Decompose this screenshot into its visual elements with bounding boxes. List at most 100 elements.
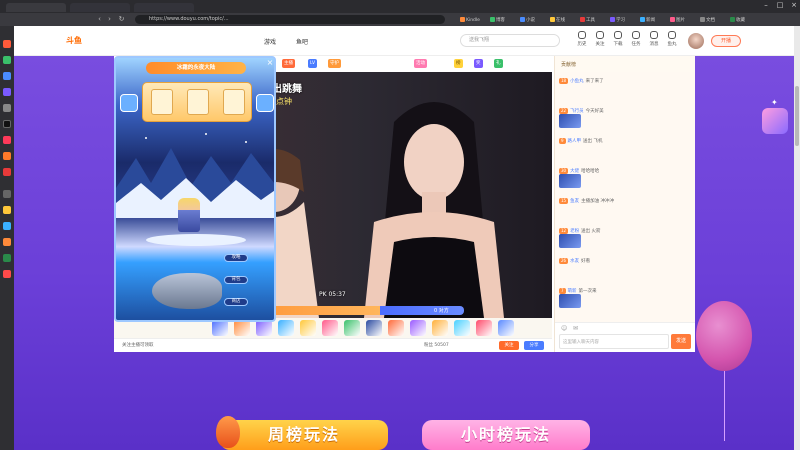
bookmark-item[interactable]: 小说 [520, 17, 535, 23]
gift-item[interactable] [498, 320, 514, 336]
close-window-icon[interactable]: × [788, 0, 800, 11]
bookmark-icon [670, 17, 675, 22]
site-logo[interactable]: 斗鱼 [66, 35, 82, 46]
gift-item[interactable] [388, 320, 404, 336]
app-icon[interactable] [3, 206, 11, 214]
app-icon[interactable] [3, 238, 11, 246]
emoji-icon[interactable]: ☺ [561, 325, 567, 332]
reward-slot[interactable] [151, 89, 173, 115]
browser-tab[interactable] [134, 3, 194, 12]
bookmark-item[interactable]: 图片 [670, 17, 685, 23]
bookmark-item[interactable]: 新闻 [640, 17, 655, 23]
page-scroll-thumb[interactable] [795, 86, 799, 146]
bookmark-item[interactable]: 博客 [490, 17, 505, 23]
game-chip-button[interactable]: 背包 [224, 276, 248, 284]
reward-slot[interactable] [187, 89, 209, 115]
app-icon[interactable] [3, 270, 11, 278]
chat-username[interactable]: 小鱼丸 [570, 79, 584, 84]
chat-username[interactable]: 鱼友 [570, 199, 579, 204]
bookmark-item[interactable]: 文档 [700, 17, 715, 23]
header-icon-3[interactable]: 任务 [628, 31, 644, 51]
bookmark-label: Kindle [466, 18, 480, 23]
chat-username[interactable]: 路人甲 [568, 139, 582, 144]
bookmark-icon [490, 17, 495, 22]
chat-header-label[interactable]: 贡献榜 [561, 61, 576, 68]
header-icon-label: 鱼丸 [667, 42, 677, 47]
bookmark-label: 学习 [616, 18, 625, 23]
address-bar[interactable]: https://www.douyu.com/topic/... [135, 15, 445, 24]
game-creature[interactable] [152, 273, 222, 309]
send-button[interactable]: 发送 [671, 334, 691, 349]
gift-item[interactable] [212, 320, 228, 336]
app-icon[interactable] [3, 56, 11, 64]
app-icon[interactable] [3, 222, 11, 230]
header-icon-4[interactable]: 消息 [646, 31, 662, 51]
search-input[interactable]: 送我飞翔 [460, 34, 560, 47]
minimize-icon[interactable]: – [760, 0, 772, 11]
open-live-button[interactable]: 开播 [711, 35, 741, 47]
header-glyph-icon [596, 31, 604, 39]
game-reward-card[interactable] [142, 82, 252, 122]
game-side-icon[interactable] [256, 94, 274, 112]
bookmark-item[interactable]: 在线 [550, 17, 565, 23]
app-icon[interactable] [3, 136, 11, 144]
reload-icon[interactable]: ↻ [118, 16, 125, 23]
header-icon-1[interactable]: 关注 [592, 31, 608, 51]
avatar[interactable] [688, 33, 704, 49]
browser-tab[interactable] [6, 3, 66, 12]
gift-item[interactable] [234, 320, 250, 336]
follow-button[interactable]: 关注 [499, 341, 519, 350]
page-scrollbar[interactable] [794, 26, 800, 450]
browser-tab[interactable] [70, 3, 130, 12]
reward-slot[interactable] [223, 89, 245, 115]
game-character[interactable] [178, 198, 200, 232]
header-glyph-icon [650, 31, 658, 39]
game-chip-button[interactable]: 攻略 [224, 254, 248, 262]
game-overlay[interactable]: 冰霜的永夜大陆 × 攻略 背包 商店 [114, 56, 276, 322]
back-icon[interactable]: ‹ [96, 16, 103, 23]
week-rank-button[interactable]: 周榜玩法 [220, 420, 388, 450]
gift-item[interactable] [300, 320, 316, 336]
nav-fish-bar[interactable]: 鱼吧 [296, 37, 308, 46]
app-icon[interactable] [3, 72, 11, 80]
gift-item[interactable] [366, 320, 382, 336]
bookmark-item[interactable]: 工具 [580, 17, 595, 23]
gift-item[interactable] [256, 320, 272, 336]
game-side-icon[interactable] [120, 94, 138, 112]
app-icon[interactable] [3, 190, 11, 198]
app-icon[interactable] [3, 88, 11, 96]
chat-input[interactable]: 这里输入聊天内容 [559, 334, 669, 349]
app-icon[interactable] [3, 254, 11, 262]
maximize-icon[interactable]: □ [774, 0, 786, 11]
chat-username[interactable]: 水友 [570, 259, 579, 264]
header-icon-5[interactable]: 鱼丸 [664, 31, 680, 51]
gift-image [559, 174, 581, 188]
app-icon[interactable] [3, 168, 11, 176]
gift-item[interactable] [278, 320, 294, 336]
gift-item[interactable] [322, 320, 338, 336]
browser-tab-strip: – □ × [0, 0, 800, 13]
gift-item[interactable] [476, 320, 492, 336]
header-icon-2[interactable]: 下载 [610, 31, 626, 51]
bookmark-item[interactable]: 学习 [610, 17, 625, 23]
bookmark-icon [520, 17, 525, 22]
gift-item[interactable] [410, 320, 426, 336]
nav-game[interactable]: 游戏 [264, 37, 276, 46]
bookmark-item[interactable]: 收藏 [730, 17, 745, 23]
hour-rank-button[interactable]: 小时榜玩法 [422, 420, 590, 450]
header-icon-0[interactable]: 历史 [574, 31, 590, 51]
gift-item[interactable] [454, 320, 470, 336]
share-button[interactable]: 分享 [524, 341, 544, 350]
event-sticker[interactable] [762, 108, 788, 134]
app-icon[interactable] [3, 104, 11, 112]
bookmark-item[interactable]: Kindle [460, 17, 480, 23]
gift-item[interactable] [344, 320, 360, 336]
gift-icon[interactable]: ✉ [573, 325, 578, 332]
forward-icon[interactable]: › [106, 16, 113, 23]
game-chip-button[interactable]: 商店 [224, 298, 248, 306]
close-icon[interactable]: × [265, 58, 274, 68]
app-icon[interactable] [3, 152, 11, 160]
app-icon[interactable] [3, 40, 11, 48]
app-icon[interactable] [3, 120, 11, 128]
gift-item[interactable] [432, 320, 448, 336]
